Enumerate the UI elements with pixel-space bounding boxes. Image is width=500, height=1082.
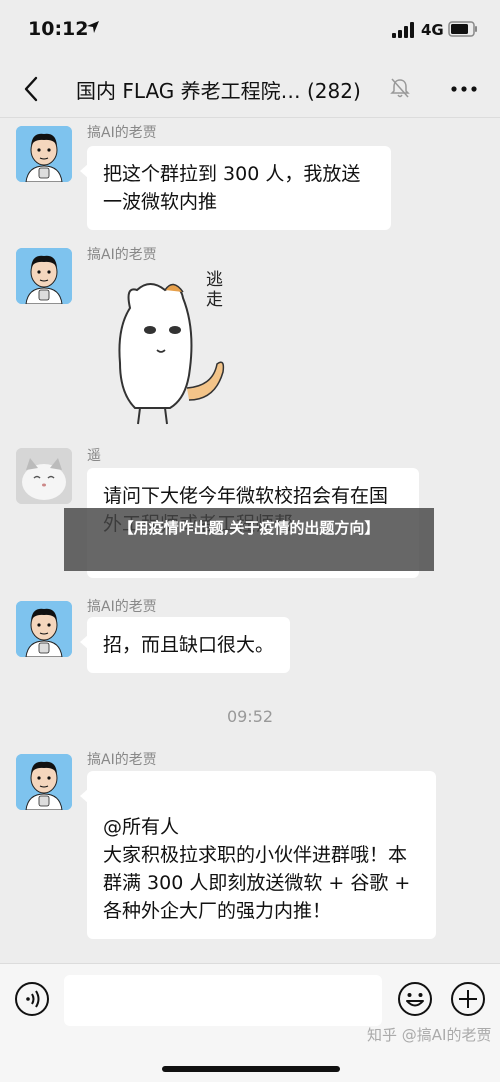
message-text: 招，而且缺口很大。: [103, 634, 275, 656]
message-text: @所有人 大家积极拉求职的小伙伴进群哦！本群满 300 人即刻放送微软 + 谷歌…: [103, 816, 411, 922]
more-dots-icon: [451, 86, 477, 92]
avatar-face-icon: [16, 754, 72, 810]
mute-bell-icon: [390, 78, 410, 98]
avatar-face-icon: [16, 601, 72, 657]
avatar[interactable]: [16, 248, 72, 304]
banner-text: 【用疫情咋出题,关于疫情的出题方向】: [118, 519, 380, 537]
more-button[interactable]: [448, 76, 480, 102]
network-type: 4G: [421, 21, 444, 39]
voice-icon[interactable]: [14, 981, 50, 1017]
message-bubble[interactable]: @所有人 大家积极拉求职的小伙伴进群哦！本群满 300 人即刻放送微软 + 谷歌…: [80, 771, 436, 939]
battery-icon: [448, 21, 477, 37]
plus-icon[interactable]: [450, 981, 486, 1017]
sender-name: 搞AI的老贾: [87, 599, 157, 615]
status-bar: 10:12 4G: [0, 0, 500, 60]
nav-bar: 国内 FLAG 养老工程院… (282): [0, 60, 500, 118]
chevron-left-icon: [24, 76, 38, 102]
input-bar: 知乎 @搞AI的老贾: [0, 963, 500, 1082]
message-bubble[interactable]: 把这个群拉到 300 人，我放送一波微软内推: [80, 146, 391, 230]
message-input[interactable]: [64, 975, 382, 1026]
sender-name: 搞AI的老贾: [87, 752, 157, 768]
sender-name: 搞AI的老贾: [87, 247, 157, 263]
location-arrow-icon: [87, 21, 99, 33]
sticker-text: 逃走: [206, 270, 223, 310]
title-banner: 【用疫情咋出题,关于疫情的出题方向】: [64, 508, 434, 571]
emoji-icon[interactable]: [397, 981, 433, 1017]
sender-name: 遥: [87, 448, 101, 464]
sender-name: 搞AI的老贾: [87, 125, 157, 141]
status-time: 10:12: [28, 18, 89, 40]
signal-icon: [392, 22, 414, 38]
back-button[interactable]: [16, 72, 46, 106]
avatar-face-icon: [16, 126, 72, 182]
timestamp: 09:52: [226, 707, 274, 726]
chat-title: 国内 FLAG 养老工程院… (282): [76, 79, 361, 103]
avatar-face-icon: [16, 248, 72, 304]
avatar[interactable]: [16, 754, 72, 810]
cat-avatar-icon: [16, 448, 72, 504]
home-indicator[interactable]: [162, 1066, 340, 1072]
message-bubble[interactable]: 招，而且缺口很大。: [79, 617, 291, 673]
watermark: 知乎 @搞AI的老贾: [367, 1026, 492, 1044]
avatar[interactable]: [16, 448, 72, 504]
avatar[interactable]: [16, 126, 72, 182]
message-text: 把这个群拉到 300 人，我放送一波微软内推: [103, 163, 361, 213]
avatar[interactable]: [16, 601, 72, 657]
